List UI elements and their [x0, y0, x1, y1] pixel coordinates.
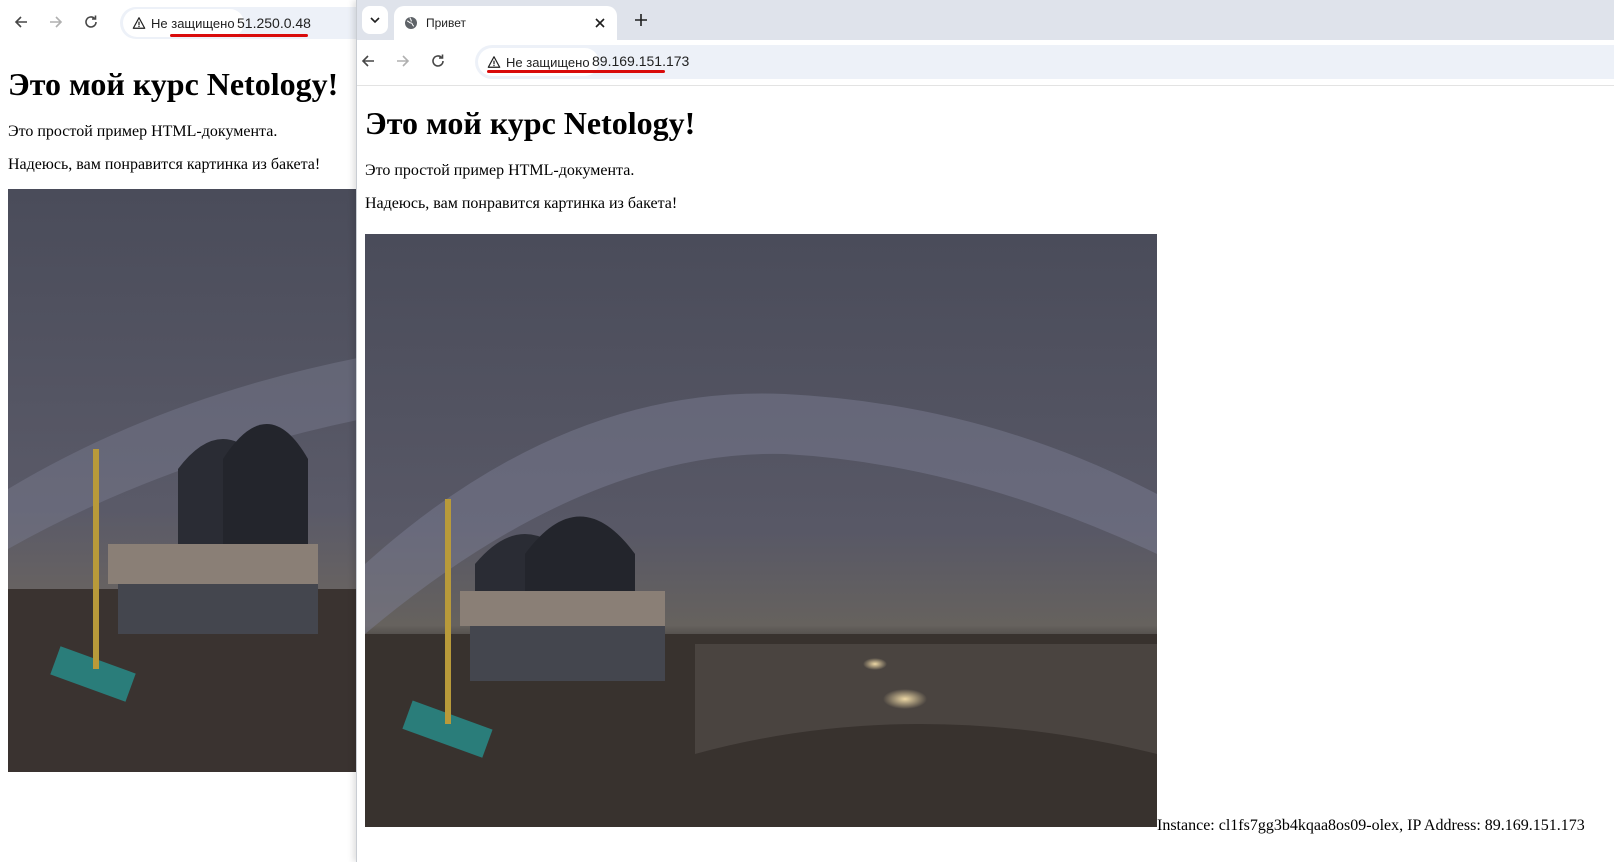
warning-triangle-icon: [487, 56, 501, 68]
reload-icon: [432, 54, 444, 67]
annotation-underline: [487, 70, 665, 73]
front-browser-window: Привет Не защищено 89.169.151.173 Это мо…: [356, 0, 1614, 862]
back-browser-window: Не защищено 51.250.0.48 Это мой курс Net…: [0, 0, 360, 862]
back-button[interactable]: [6, 7, 36, 37]
front-page-paragraph-2: Надеюсь, вам понравится картинка из баке…: [365, 195, 678, 212]
front-back-button[interactable]: [353, 46, 383, 76]
front-toolbar: Не защищено 89.169.151.173: [357, 40, 1614, 86]
back-security-label: Не защищено: [151, 15, 235, 31]
back-arrow-icon: [361, 55, 374, 67]
new-tab-button[interactable]: [629, 8, 653, 32]
back-page-content: Это мой курс Netology! Это простой приме…: [0, 44, 360, 862]
front-address-bar[interactable]: Не защищено 89.169.151.173: [475, 45, 1614, 79]
back-url-text: 51.250.0.48: [237, 15, 311, 31]
back-security-chip[interactable]: Не защищено: [123, 9, 244, 37]
close-icon[interactable]: [592, 15, 608, 31]
warning-triangle-icon: [132, 17, 146, 29]
forward-arrow-icon: [50, 16, 63, 28]
tab-strip: Привет: [357, 0, 1614, 40]
globe-icon: [405, 17, 417, 29]
back-toolbar: Не защищено 51.250.0.48: [0, 0, 360, 44]
plus-icon: [635, 14, 647, 26]
front-page-paragraph-1: Это простой пример HTML-документа.: [365, 162, 635, 179]
front-page-content: Это мой курс Netology! Это простой приме…: [357, 87, 1614, 862]
back-telescope-image: [8, 189, 360, 772]
front-forward-button[interactable]: [388, 46, 418, 76]
tab-privet[interactable]: Привет: [394, 6, 617, 40]
forward-button[interactable]: [41, 7, 71, 37]
back-page-heading: Это мой курс Netology!: [8, 66, 339, 102]
front-url-text: 89.169.151.173: [592, 53, 690, 69]
reload-icon: [85, 15, 97, 28]
front-security-label: Не защищено: [506, 54, 590, 70]
front-page-heading: Это мой курс Netology!: [365, 105, 696, 141]
reload-button[interactable]: [76, 7, 106, 37]
forward-arrow-icon: [397, 55, 410, 67]
chevron-down-icon: [370, 17, 380, 24]
front-telescope-image: [365, 234, 1157, 827]
tab-search-button[interactable]: [362, 6, 388, 34]
back-arrow-icon: [14, 16, 27, 28]
front-reload-button[interactable]: [423, 46, 453, 76]
back-page-paragraph-1: Это простой пример HTML-документа.: [8, 123, 278, 140]
back-page-paragraph-2: Надеюсь, вам понравится картинка из баке…: [8, 156, 321, 173]
tab-title: Привет: [426, 16, 467, 30]
instance-info-text: Instance: cl1fs7gg3b4kqaa8os09-olex, IP …: [1157, 817, 1585, 834]
annotation-underline: [170, 34, 308, 37]
